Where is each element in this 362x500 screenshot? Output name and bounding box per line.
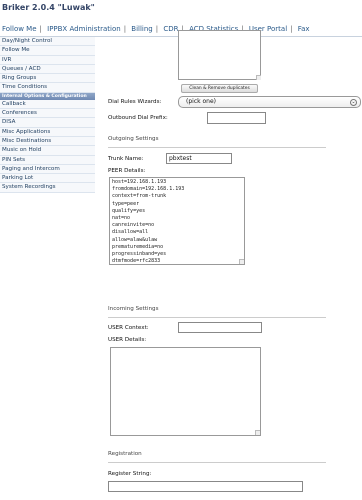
sidebar-item-paging-intercom[interactable]: Paging and Intercom	[0, 164, 95, 175]
peer-details-label: PEER Details:	[108, 168, 146, 174]
user-details-textarea[interactable]	[110, 347, 261, 436]
nav-fax[interactable]: Fax	[298, 25, 310, 33]
app-title: Briker 2.0.4 "Luwak"	[2, 3, 95, 12]
section-divider	[108, 317, 326, 318]
dial-rules-wizards-value: (pick one)	[186, 98, 217, 105]
resize-grip-icon[interactable]	[239, 259, 244, 264]
trunk-name-label: Trunk Name:	[108, 156, 144, 162]
sidebar-item-pin-sets[interactable]: PIN Sets	[0, 155, 95, 165]
sidebar-item-ivr[interactable]: IVR	[0, 55, 95, 65]
resize-grip-icon[interactable]	[255, 430, 260, 435]
nav-cdr[interactable]: CDR	[163, 25, 178, 33]
peer-details-textarea[interactable]: host=192.168.1.193 fromdomain=192.168.1.…	[109, 177, 245, 265]
nav-separator: |	[290, 25, 293, 33]
nav-follow-me[interactable]: Follow Me	[2, 25, 37, 33]
dial-rules-wizards-select[interactable]: (pick one) ⌄	[178, 96, 361, 108]
nav-separator: |	[123, 25, 127, 33]
trunk-name-input[interactable]: pbxtest	[166, 153, 232, 164]
resize-grip-icon[interactable]	[256, 75, 261, 80]
section-divider	[108, 462, 326, 463]
chevron-down-icon: ⌄	[350, 99, 357, 106]
sidebar: Day/Night Control Follow Me IVR Queues /…	[0, 37, 95, 193]
sidebar-item-misc-destinations[interactable]: Misc Destinations	[0, 136, 95, 147]
section-divider	[108, 147, 326, 148]
register-string-label: Register String:	[108, 471, 152, 477]
nav-separator: |	[39, 25, 42, 33]
sidebar-item-music-on-hold[interactable]: Music on Hold	[0, 146, 95, 156]
sidebar-item-callback[interactable]: Callback	[0, 99, 95, 110]
dial-rules-wizards-label: Dial Rules Wizards:	[108, 99, 162, 105]
incoming-settings-heading: Incoming Settings	[108, 306, 159, 312]
nav-billing[interactable]: Billing	[131, 25, 152, 33]
clean-remove-duplicates-button[interactable]: Clean & Remove duplicates	[181, 84, 258, 93]
outbound-dial-prefix-label: Outbound Dial Prefix:	[108, 115, 168, 121]
sidebar-item-conferences[interactable]: Conferences	[0, 109, 95, 119]
dial-rules-textarea[interactable]	[178, 30, 261, 80]
nav-separator: |	[155, 25, 159, 33]
user-context-input[interactable]	[178, 322, 262, 333]
sidebar-item-misc-applications[interactable]: Misc Applications	[0, 127, 95, 137]
sidebar-item-day-night-control[interactable]: Day/Night Control	[0, 37, 95, 47]
sidebar-item-time-conditions[interactable]: Time Conditions	[0, 83, 95, 93]
outgoing-settings-heading: Outgoing Settings	[108, 136, 159, 142]
sidebar-item-follow-me[interactable]: Follow Me	[0, 46, 95, 56]
sidebar-item-ring-groups[interactable]: Ring Groups	[0, 74, 95, 84]
sidebar-item-system-recordings[interactable]: System Recordings	[0, 183, 95, 193]
sidebar-section-header: Internal Options & Configuration	[0, 92, 95, 100]
nav-ippbx-administration[interactable]: IPPBX Administration	[47, 25, 121, 33]
outbound-dial-prefix-input[interactable]	[207, 112, 266, 124]
register-string-input[interactable]	[108, 481, 303, 492]
user-details-label: USER Details:	[108, 337, 147, 343]
sidebar-item-queues-acd[interactable]: Queues / ACD	[0, 64, 95, 75]
sidebar-item-parking-lot[interactable]: Parking Lot	[0, 174, 95, 184]
sidebar-item-disa[interactable]: DISA	[0, 118, 95, 128]
registration-heading: Registration	[108, 451, 142, 457]
top-nav: Follow Me | IPPBX Administration | Billing…	[2, 25, 310, 33]
user-context-label: USER Context:	[108, 325, 149, 331]
